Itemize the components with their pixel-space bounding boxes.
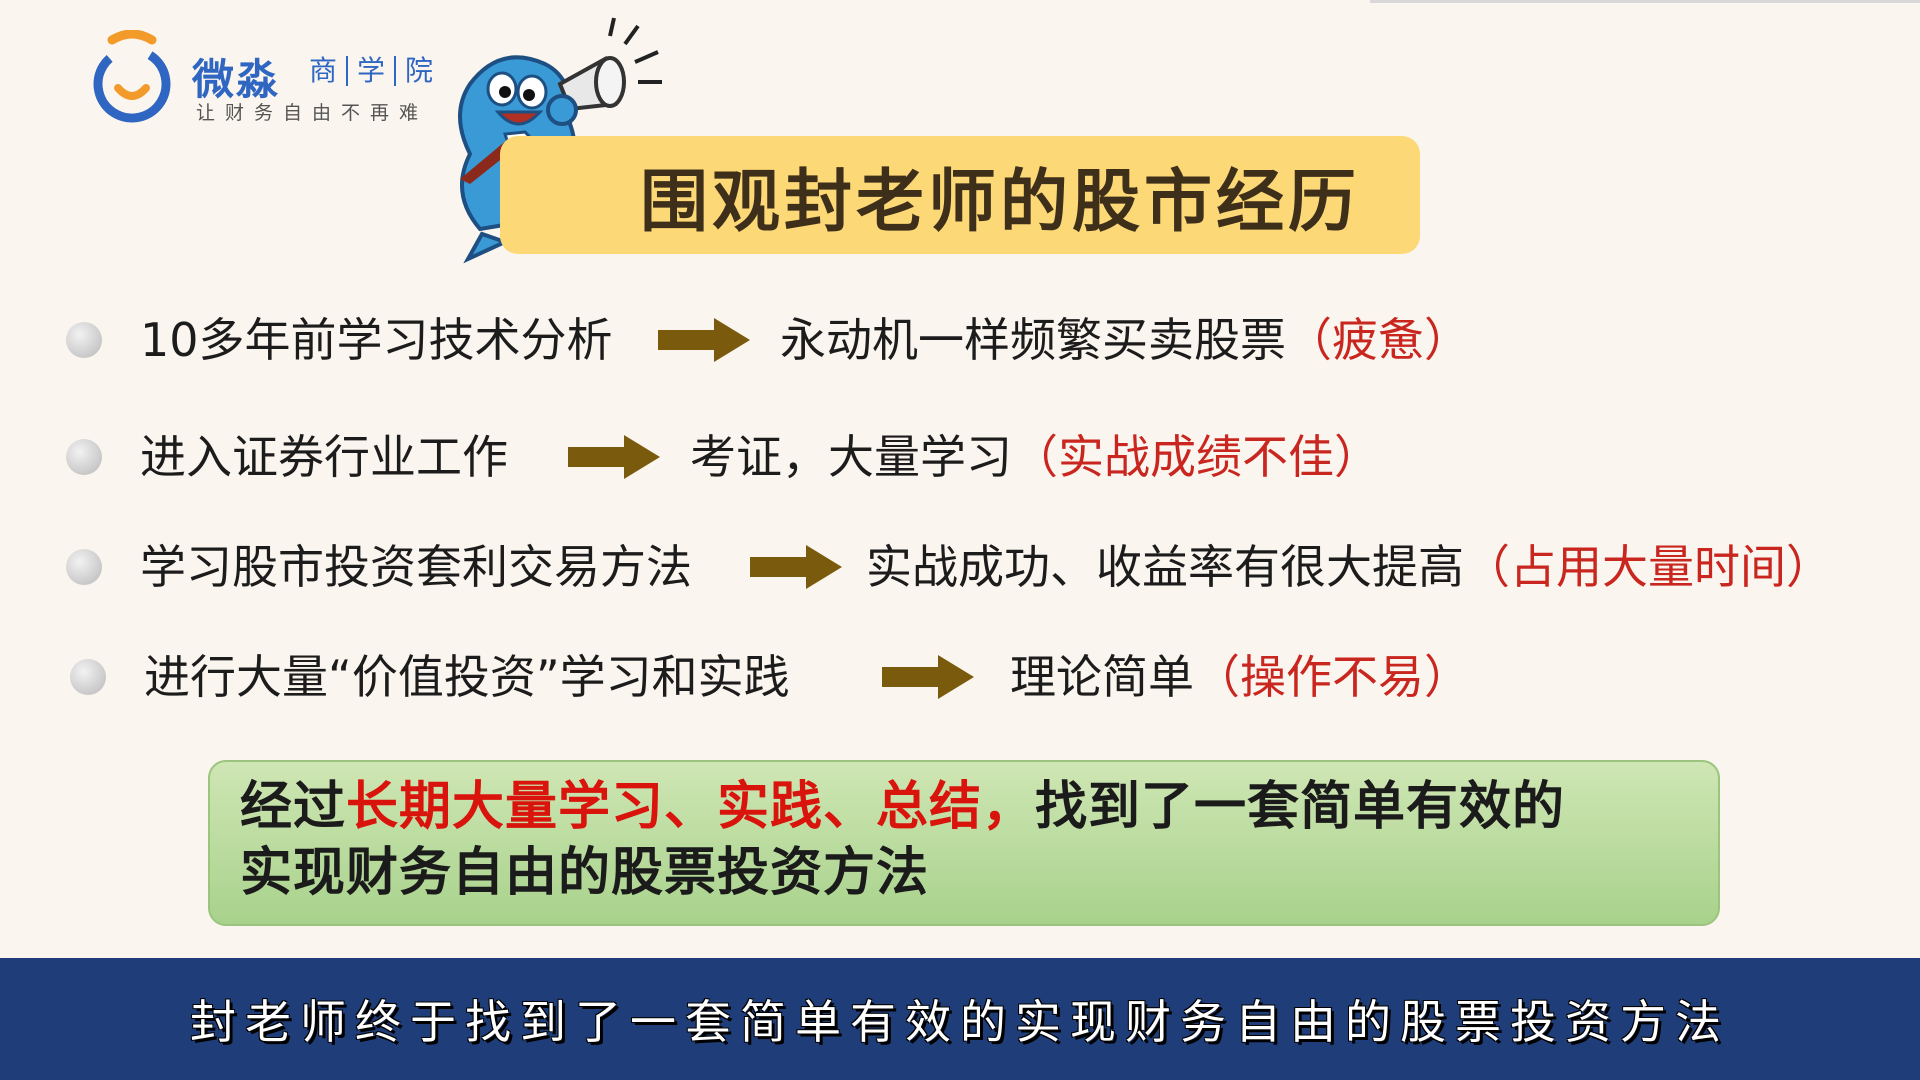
arrow-right-icon [658,318,750,362]
arrow-right-icon [568,435,660,479]
result-note: （占用大量时间） [1464,540,1832,594]
result-main: 考证，大量学习 [690,430,1012,484]
list-item: 学习股市投资套利交易方法 实战成功、收益率有很大提高（占用大量时间） [0,532,1920,602]
result-main: 理论简单 [1010,650,1194,704]
summary-line-1: 经过长期大量学习、实践、总结，找到了一套简单有效的 [240,774,1688,840]
summary-highlight: 长期大量学习、实践、总结， [346,777,1036,837]
summary-box: 经过长期大量学习、实践、总结，找到了一套简单有效的 实现财务自由的股票投资方法 [208,760,1720,926]
subtitle-caption: 封老师终于找到了一套简单有效的实现财务自由的股票投资方法 [190,995,1730,1049]
result-note: （实战成绩不佳） [1012,430,1380,484]
result-text: 理论简单（操作不易） [1010,647,1470,707]
bullet-dot-icon [66,439,102,475]
result-main: 实战成功、收益率有很大提高 [866,540,1464,594]
arrow-right-icon [750,545,842,589]
summary-suffix: 找到了一套简单有效的 [1035,777,1566,837]
summary-line-2: 实现财务自由的股票投资方法 [240,843,930,903]
arrow-right-icon [882,655,974,699]
list-item: 进行大量“价值投资”学习和实践 理论简单（操作不易） [0,642,1920,712]
step-text: 10多年前学习技术分析 [140,313,613,367]
result-main: 永动机一样频繁买卖股票 [780,313,1286,367]
subtitle-bar: 封老师终于找到了一套简单有效的实现财务自由的股票投资方法 [0,958,1920,1080]
summary-prefix: 经过 [240,777,347,837]
result-note: （疲惫） [1286,313,1470,367]
bullet-dot-icon [66,549,102,585]
result-text: 实战成功、收益率有很大提高（占用大量时间） [866,537,1832,597]
bullet-dot-icon [66,322,102,358]
list-item: 10多年前学习技术分析 永动机一样频繁买卖股票（疲惫） [0,305,1920,375]
list-item: 进入证券行业工作 考证，大量学习（实战成绩不佳） [0,422,1920,492]
result-text: 永动机一样频繁买卖股票（疲惫） [780,310,1470,370]
step-text: 进入证券行业工作 [140,430,508,484]
slide: 微淼 商 学 院 让财务自由不再难 围观封老师的股市经历 10多年前学习技术分析… [0,0,1920,958]
step-text: 进行大量“价值投资”学习和实践 [144,650,790,704]
bullet-dot-icon [70,659,106,695]
result-note: （操作不易） [1194,650,1470,704]
step-text: 学习股市投资套利交易方法 [140,540,692,594]
result-text: 考证，大量学习（实战成绩不佳） [690,427,1380,487]
